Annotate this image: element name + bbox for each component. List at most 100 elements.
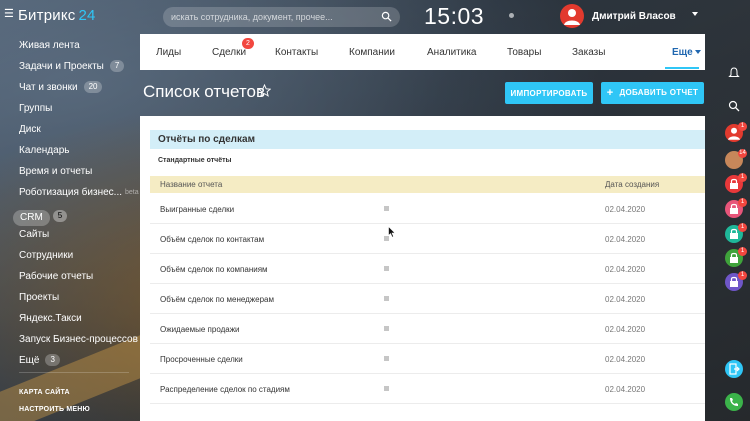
search-box[interactable] — [163, 7, 400, 27]
sidebar-item-sites[interactable]: Сайты — [19, 226, 49, 244]
table-row[interactable]: Объём сделок по компаниям 02.04.2020 — [150, 255, 705, 284]
tab-contacts[interactable]: Контакты — [275, 47, 318, 58]
add-report-button[interactable]: + ДОБАВИТЬ ОТЧЕТ — [601, 82, 704, 104]
column-header-date[interactable]: Дата создания — [605, 180, 659, 189]
logo-number: 24 — [78, 7, 96, 24]
counter-badge: 1 — [738, 122, 747, 131]
sidebar-item-work-reports[interactable]: Рабочие отчеты — [19, 268, 93, 286]
sidebar-item-label: CRM — [13, 210, 50, 226]
clock[interactable]: 15:03 — [424, 3, 484, 30]
tab-more[interactable]: Еще — [672, 47, 702, 58]
row-menu-icon[interactable] — [384, 266, 389, 271]
report-name[interactable]: Ожидаемые продажи — [160, 325, 240, 334]
door-icon — [729, 363, 740, 375]
tab-companies[interactable]: Компании — [349, 47, 395, 58]
table-row[interactable]: Просроченные сделки 02.04.2020 — [150, 345, 705, 374]
row-menu-icon[interactable] — [384, 356, 389, 361]
sidebar-item-label: Ещё — [19, 355, 40, 366]
configure-menu-link[interactable]: НАСТРОИТЬ МЕНЮ — [19, 406, 90, 413]
report-date: 02.04.2020 — [605, 265, 646, 274]
phone-icon[interactable] — [725, 393, 743, 411]
sidebar-item-projects[interactable]: Проекты — [19, 289, 59, 307]
sidebar-item-time[interactable]: Время и отчеты — [19, 163, 92, 181]
counter-badge: 1 — [738, 198, 747, 207]
tab-label: Сделки — [212, 47, 247, 58]
report-name[interactable]: Объём сделок по менеджерам — [160, 295, 274, 304]
import-button[interactable]: ИМПОРТИРОВАТЬ — [505, 82, 593, 104]
table-row[interactable]: Выигранные сделки 02.04.2020 — [150, 195, 705, 224]
sitemap-link[interactable]: КАРТА САЙТА — [19, 389, 70, 396]
crm-tabs: Лиды Сделки 2 Контакты Компании Аналитик… — [140, 34, 705, 70]
sidebar: Живая лента Задачи и Проекты 7 Чат и звон… — [0, 34, 140, 421]
row-menu-icon[interactable] — [384, 386, 389, 391]
logo-text: Битрикс — [18, 7, 76, 24]
report-name[interactable]: Объём сделок по компаниям — [160, 265, 268, 274]
tab-leads[interactable]: Лиды — [156, 47, 181, 58]
sidebar-item-tasks[interactable]: Задачи и Проекты 7 — [19, 58, 125, 76]
handset-icon — [730, 398, 738, 406]
section-header: Отчёты по сделкам — [150, 130, 705, 149]
add-report-label: ДОБАВИТЬ ОТЧЕТ — [619, 88, 699, 97]
report-name[interactable]: Выигранные сделки — [160, 205, 234, 214]
sidebar-item-label: Диск — [19, 124, 41, 135]
sidebar-item-employees[interactable]: Сотрудники — [19, 247, 73, 265]
hamburger-menu-icon[interactable]: ☰ — [4, 9, 14, 20]
tab-orders[interactable]: Заказы — [572, 47, 605, 58]
sidebar-divider — [19, 372, 129, 373]
counter-badge: 14 — [738, 149, 747, 158]
sidebar-item-label: Задачи и Проекты — [19, 61, 104, 72]
search-icon[interactable] — [381, 11, 392, 22]
report-date: 02.04.2020 — [605, 325, 646, 334]
tab-analytics[interactable]: Аналитика — [427, 47, 477, 58]
timer-indicator-icon — [509, 13, 514, 18]
counter-badge: 1 — [738, 223, 747, 232]
sidebar-item-more[interactable]: Ещё 3 — [19, 352, 60, 370]
search-input[interactable] — [171, 10, 371, 24]
report-date: 02.04.2020 — [605, 205, 646, 214]
sidebar-item-label: Роботизация бизнес... — [19, 187, 122, 198]
user-avatar[interactable] — [560, 4, 584, 28]
counter-badge: 7 — [109, 60, 125, 73]
chevron-down-icon[interactable] — [692, 12, 698, 16]
star-icon[interactable] — [258, 84, 271, 97]
sidebar-item-label: Сотрудники — [19, 250, 74, 261]
right-panel: 1 14 1 1 1 1 1 — [718, 34, 750, 421]
exit-icon[interactable] — [725, 360, 743, 378]
report-name[interactable]: Распределение сделок по стадиям — [160, 385, 290, 394]
sidebar-item-yandex-taxi[interactable]: Яндекс.Такси — [19, 310, 82, 328]
table-row[interactable]: Объём сделок по контактам 02.04.2020 — [150, 225, 705, 254]
sidebar-item-label: Чат и звонки — [19, 82, 78, 93]
row-menu-icon[interactable] — [384, 296, 389, 301]
table-row[interactable]: Объём сделок по менеджерам 02.04.2020 — [150, 285, 705, 314]
report-date: 02.04.2020 — [605, 385, 646, 394]
top-bar: ☰ Битрикс24 15:03 Дмитрий Власов — [0, 0, 750, 34]
sidebar-item-feed[interactable]: Живая лента — [19, 37, 80, 55]
bell-icon[interactable] — [728, 67, 740, 79]
sidebar-item-crm[interactable]: CRM 5 — [13, 207, 69, 226]
search-icon[interactable] — [728, 100, 740, 112]
sidebar-item-robotization[interactable]: Роботизация бизнес... beta — [19, 184, 139, 202]
plus-icon: + — [606, 87, 614, 99]
counter-badge: 3 — [45, 354, 60, 367]
sidebar-item-calendar[interactable]: Календарь — [19, 142, 69, 160]
sidebar-item-label: Проекты — [19, 292, 60, 303]
report-name[interactable]: Просроченные сделки — [160, 355, 243, 364]
table-row[interactable]: Ожидаемые продажи 02.04.2020 — [150, 315, 705, 344]
beta-tag: beta — [125, 189, 139, 196]
tab-products[interactable]: Товары — [507, 47, 541, 58]
column-header-name[interactable]: Название отчета — [160, 180, 222, 189]
section-title: Отчёты по сделкам — [158, 134, 255, 145]
report-name[interactable]: Объём сделок по контактам — [160, 235, 264, 244]
tab-deals[interactable]: Сделки 2 — [212, 38, 254, 58]
row-menu-icon[interactable] — [384, 326, 389, 331]
row-menu-icon[interactable] — [384, 206, 389, 211]
user-name[interactable]: Дмитрий Власов — [592, 11, 676, 22]
sidebar-item-business-processes[interactable]: Запуск Бизнес-процессов — [19, 331, 138, 349]
logo[interactable]: Битрикс 24 — [18, 7, 96, 24]
sidebar-item-chat[interactable]: Чат и звонки 20 — [19, 79, 103, 97]
table-row[interactable]: Распределение сделок по стадиям 02.04.20… — [150, 375, 705, 404]
sidebar-item-groups[interactable]: Группы — [19, 100, 52, 118]
sidebar-item-disk[interactable]: Диск — [19, 121, 41, 139]
counter-badge: 5 — [52, 209, 68, 222]
sidebar-item-label: Живая лента — [19, 40, 80, 51]
